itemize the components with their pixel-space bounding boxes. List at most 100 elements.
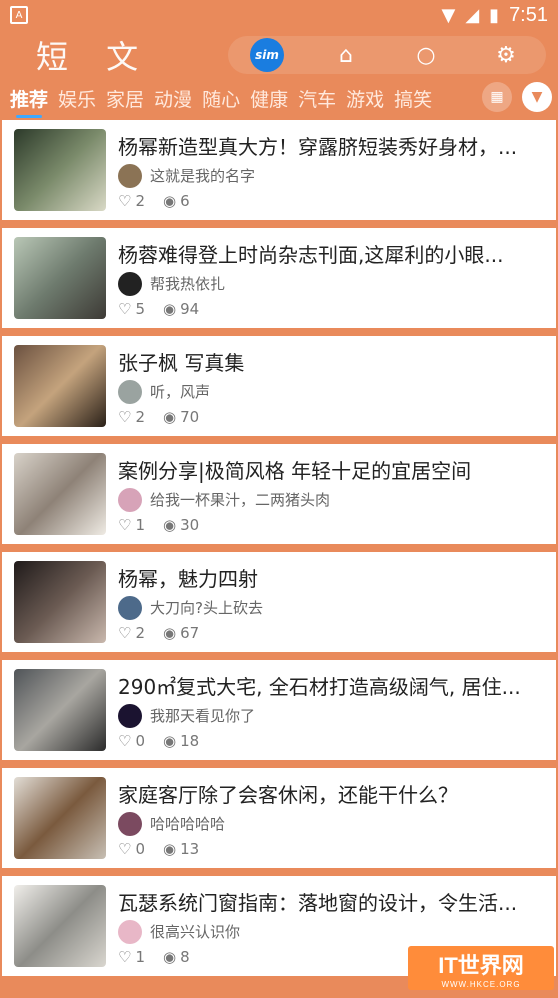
- watermark-text: IT世界网: [438, 952, 524, 978]
- avatar: [118, 811, 142, 836]
- avatar: [118, 703, 142, 728]
- gear-icon[interactable]: ⚙: [488, 37, 524, 73]
- tab-home[interactable]: 家居: [106, 85, 144, 112]
- author-name: 给我一杯果汁，二两猪头肉: [150, 491, 331, 509]
- item-title: 瓦瑟系统门窗指南：落地窗的设计，令生活...: [118, 890, 518, 915]
- view-count: 70: [180, 407, 200, 426]
- avatar: [118, 163, 142, 188]
- item-title: 290㎡复式大宅, 全石材打造高级阔气, 居住...: [118, 674, 521, 699]
- item-title: 杨幂新造型真大方！穿露脐短装秀好身材，...: [118, 134, 518, 159]
- grid-icon[interactable]: ▦: [482, 82, 512, 112]
- heart-icon[interactable]: ♡: [118, 732, 131, 750]
- avatar: [118, 271, 142, 296]
- avatar: [118, 595, 142, 620]
- list-item[interactable]: 290㎡复式大宅, 全石材打造高级阔气, 居住... 我那天看见你了 ♡ 0 ◉ 1…: [2, 660, 556, 760]
- tab-health[interactable]: 健康: [250, 85, 288, 112]
- eye-icon: ◉: [163, 623, 177, 642]
- list-item[interactable]: 家庭客厅除了会客休闲，还能干什么？ 哈哈哈哈哈 ♡ 0 ◉ 13: [2, 768, 556, 868]
- search-icon[interactable]: ○: [408, 37, 444, 73]
- sim-badge-button[interactable]: sim: [250, 38, 284, 72]
- watermark-url: WWW.HKCE.ORG: [441, 979, 521, 989]
- thumbnail-image: [14, 129, 106, 211]
- like-count: 2: [135, 623, 145, 642]
- app-notification-icon: A: [10, 6, 28, 24]
- list-item[interactable]: 杨幂，魅力四射 大刀向?头上砍去 ♡ 2 ◉ 67: [2, 552, 556, 652]
- eye-icon: ◉: [163, 407, 177, 426]
- tab-games[interactable]: 游戏: [346, 85, 384, 112]
- like-count: 2: [135, 407, 145, 426]
- list-item[interactable]: 张子枫 写真集 听，风声 ♡ 2 ◉ 70: [2, 336, 556, 436]
- view-count: 18: [180, 731, 200, 750]
- item-title: 杨蓉难得登上时尚杂志刊面,这犀利的小眼...: [118, 242, 504, 267]
- heart-icon[interactable]: ♡: [118, 516, 131, 534]
- wifi-icon: ▼: [441, 4, 456, 26]
- author-name: 我那天看见你了: [150, 707, 256, 725]
- tab-casual[interactable]: 随心: [202, 85, 240, 112]
- heart-icon[interactable]: ♡: [118, 948, 131, 966]
- item-title: 张子枫 写真集: [118, 350, 245, 375]
- eye-icon: ◉: [163, 839, 177, 858]
- tab-entertainment[interactable]: 娱乐: [58, 85, 96, 112]
- feed-list: 杨幂新造型真大方！穿露脐短装秀好身材，... 这就是我的名字 ♡ 2 ◉ 6 杨蓉难…: [0, 120, 558, 984]
- like-count: 5: [135, 299, 145, 318]
- author-name: 大刀向?头上砍去: [150, 599, 263, 617]
- view-count: 13: [180, 839, 200, 858]
- author-name: 很高兴认识你: [150, 923, 241, 941]
- signal-icon: ◢: [465, 4, 480, 26]
- home-icon[interactable]: ⌂: [328, 37, 364, 73]
- view-count: 94: [180, 299, 200, 318]
- like-count: 1: [135, 947, 145, 966]
- thumbnail-image: [14, 453, 106, 535]
- eye-icon: ◉: [163, 191, 177, 210]
- tab-funny[interactable]: 搞笑: [394, 85, 432, 112]
- list-item[interactable]: 案例分享|极简风格 年轻十足的宜居空间 给我一杯果汁，二两猪头肉 ♡ 1 ◉ 30: [2, 444, 556, 544]
- eye-icon: ◉: [163, 515, 177, 534]
- author-name: 哈哈哈哈哈: [150, 815, 226, 833]
- thumbnail-image: [14, 777, 106, 859]
- view-count: 67: [180, 623, 200, 642]
- status-icons: ▼ ◢ ▮ 7:51: [441, 4, 548, 27]
- thumbnail-image: [14, 669, 106, 751]
- item-title: 案例分享|极简风格 年轻十足的宜居空间: [118, 458, 472, 483]
- eye-icon: ◉: [163, 731, 177, 750]
- tab-controls: ▦ ▼: [482, 82, 552, 112]
- heart-icon[interactable]: ♡: [118, 840, 131, 858]
- chevron-down-icon[interactable]: ▼: [522, 82, 552, 112]
- tab-auto[interactable]: 汽车: [298, 85, 336, 112]
- heart-icon[interactable]: ♡: [118, 624, 131, 642]
- author-name: 帮我热依扎: [150, 275, 226, 293]
- site-watermark: IT世界网 WWW.HKCE.ORG: [408, 946, 554, 990]
- app-logo: 短 文: [36, 38, 153, 76]
- tab-recommend[interactable]: 推荐: [10, 85, 48, 118]
- thumbnail-image: [14, 885, 106, 967]
- status-bar: A ▼ ◢ ▮ 7:51: [0, 0, 558, 30]
- heart-icon[interactable]: ♡: [118, 192, 131, 210]
- tab-anime[interactable]: 动漫: [154, 85, 192, 112]
- item-title: 家庭客厅除了会客休闲，还能干什么？: [118, 782, 458, 807]
- eye-icon: ◉: [163, 299, 177, 318]
- thumbnail-image: [14, 345, 106, 427]
- thumbnail-image: [14, 237, 106, 319]
- heart-icon[interactable]: ♡: [118, 408, 131, 426]
- category-tabs: 推荐 娱乐 家居 动漫 随心 健康 汽车 游戏 搞笑 ▦ ▼: [0, 80, 558, 118]
- list-item[interactable]: 杨蓉难得登上时尚杂志刊面,这犀利的小眼... 帮我热依扎 ♡ 5 ◉ 94: [2, 228, 556, 328]
- like-count: 0: [135, 731, 145, 750]
- heart-icon[interactable]: ♡: [118, 300, 131, 318]
- view-count: 8: [180, 947, 190, 966]
- view-count: 6: [180, 191, 190, 210]
- like-count: 0: [135, 839, 145, 858]
- avatar: [118, 487, 142, 512]
- eye-icon: ◉: [163, 947, 177, 966]
- author-name: 听，风声: [150, 383, 211, 401]
- avatar: [118, 919, 142, 944]
- thumbnail-image: [14, 561, 106, 643]
- list-item[interactable]: 杨幂新造型真大方！穿露脐短装秀好身材，... 这就是我的名字 ♡ 2 ◉ 6: [2, 120, 556, 220]
- avatar: [118, 379, 142, 404]
- like-count: 2: [135, 191, 145, 210]
- author-name: 这就是我的名字: [150, 167, 256, 185]
- view-count: 30: [180, 515, 200, 534]
- item-title: 杨幂，魅力四射: [118, 566, 258, 591]
- top-bar: 短 文 sim ⌂ ○ ⚙: [0, 30, 558, 80]
- battery-icon: ▮: [489, 4, 500, 26]
- like-count: 1: [135, 515, 145, 534]
